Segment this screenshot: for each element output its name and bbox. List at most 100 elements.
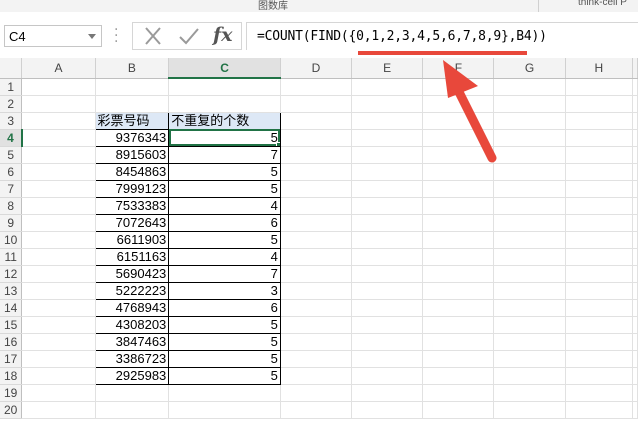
cell-e9[interactable] xyxy=(351,214,424,232)
row-header[interactable]: 1 xyxy=(0,78,23,96)
cell-d8[interactable] xyxy=(280,197,353,215)
cell-a1[interactable] xyxy=(21,78,96,96)
formula-input[interactable]: =COUNT(FIND({0,1,2,3,4,5,6,7,8,9},B4)) xyxy=(246,22,638,50)
cell-overflow[interactable] xyxy=(632,265,638,283)
cell-overflow[interactable] xyxy=(632,95,638,113)
cell-a7[interactable] xyxy=(21,180,96,198)
cell-h3[interactable] xyxy=(565,112,634,130)
name-box[interactable]: C4 xyxy=(4,25,102,47)
cell-h16[interactable] xyxy=(565,333,634,351)
cell-d15[interactable] xyxy=(280,316,353,334)
cell-d2[interactable] xyxy=(280,95,353,113)
cell-h17[interactable] xyxy=(565,350,634,368)
cell-e13[interactable] xyxy=(351,282,424,300)
cell-c17[interactable]: 5 xyxy=(168,349,281,368)
column-header-c[interactable]: C xyxy=(168,58,281,79)
cell-h18[interactable] xyxy=(565,367,634,385)
cell-h19[interactable] xyxy=(565,384,634,402)
cell-d10[interactable] xyxy=(280,231,353,249)
cell-b6[interactable]: 8454863 xyxy=(94,162,170,181)
row-header[interactable]: 3 xyxy=(0,112,23,130)
cell-h8[interactable] xyxy=(565,197,634,215)
cell-overflow[interactable] xyxy=(632,129,638,147)
cell-overflow[interactable] xyxy=(632,197,638,215)
cell-h13[interactable] xyxy=(565,282,634,300)
row-header[interactable]: 15 xyxy=(0,316,23,334)
cell-e1[interactable] xyxy=(351,78,424,96)
cell-h11[interactable] xyxy=(565,248,634,266)
cell-d6[interactable] xyxy=(280,163,353,181)
cell-overflow[interactable] xyxy=(632,299,638,317)
cell-overflow[interactable] xyxy=(632,350,638,368)
cell-a19[interactable] xyxy=(21,384,96,402)
row-header[interactable]: 4 xyxy=(0,129,23,147)
column-header-e[interactable]: E xyxy=(351,58,424,79)
cell-c13[interactable]: 3 xyxy=(168,281,281,300)
cell-h2[interactable] xyxy=(565,95,634,113)
cell-h9[interactable] xyxy=(565,214,634,232)
cell-c11[interactable]: 4 xyxy=(168,247,281,266)
cell-g11[interactable] xyxy=(493,248,566,266)
row-header[interactable]: 10 xyxy=(0,231,23,249)
cell-overflow[interactable] xyxy=(632,214,638,232)
cell-d5[interactable] xyxy=(280,146,353,164)
cell-a12[interactable] xyxy=(21,265,96,283)
cell-e19[interactable] xyxy=(351,384,424,402)
cell-h5[interactable] xyxy=(565,146,634,164)
cell-a17[interactable] xyxy=(21,350,96,368)
cell-d1[interactable] xyxy=(280,78,353,96)
cell-e15[interactable] xyxy=(351,316,424,334)
cell-g7[interactable] xyxy=(493,180,566,198)
active-cell[interactable]: 5 xyxy=(168,128,281,147)
cell-e20[interactable] xyxy=(351,401,424,419)
cell-g9[interactable] xyxy=(493,214,566,232)
cell-c14[interactable]: 6 xyxy=(168,298,281,317)
cell-b10[interactable]: 6611903 xyxy=(94,230,170,249)
column-header-d[interactable]: D xyxy=(280,58,353,79)
cell-d12[interactable] xyxy=(280,265,353,283)
cell-f8[interactable] xyxy=(422,197,495,215)
cell-b9[interactable]: 7072643 xyxy=(94,213,170,232)
cell-c15[interactable]: 5 xyxy=(168,315,281,334)
cell-f14[interactable] xyxy=(422,299,495,317)
cell-e7[interactable] xyxy=(351,180,424,198)
cell-g4[interactable] xyxy=(493,129,566,147)
cell-c7[interactable]: 5 xyxy=(168,179,281,198)
cell-d13[interactable] xyxy=(280,282,353,300)
cell-d16[interactable] xyxy=(280,333,353,351)
row-header[interactable]: 16 xyxy=(0,333,23,351)
cell-e11[interactable] xyxy=(351,248,424,266)
cell-g16[interactable] xyxy=(493,333,566,351)
cell-g17[interactable] xyxy=(493,350,566,368)
cell-c2[interactable] xyxy=(168,95,281,113)
close-icon[interactable] xyxy=(139,25,167,47)
cell-a13[interactable] xyxy=(21,282,96,300)
row-header[interactable]: 9 xyxy=(0,214,23,232)
cell-f7[interactable] xyxy=(422,180,495,198)
cell-f6[interactable] xyxy=(422,163,495,181)
cell-c3[interactable]: 不重复的个数 xyxy=(168,111,281,130)
cell-d4[interactable] xyxy=(280,129,353,147)
cell-a3[interactable] xyxy=(21,112,96,130)
cell-a20[interactable] xyxy=(21,401,96,419)
cell-f10[interactable] xyxy=(422,231,495,249)
cell-h20[interactable] xyxy=(565,401,634,419)
row-header[interactable]: 18 xyxy=(0,367,23,385)
cell-f9[interactable] xyxy=(422,214,495,232)
cell-overflow[interactable] xyxy=(632,316,638,334)
cell-a4[interactable] xyxy=(21,129,96,147)
column-header-h[interactable]: H xyxy=(565,58,634,79)
cell-a11[interactable] xyxy=(21,248,96,266)
cell-e3[interactable] xyxy=(351,112,424,130)
cell-f11[interactable] xyxy=(422,248,495,266)
cell-h7[interactable] xyxy=(565,180,634,198)
row-header[interactable]: 7 xyxy=(0,180,23,198)
cell-a6[interactable] xyxy=(21,163,96,181)
cell-overflow[interactable] xyxy=(632,78,638,96)
cell-g13[interactable] xyxy=(493,282,566,300)
cell-b20[interactable] xyxy=(95,401,170,419)
cell-b15[interactable]: 4308203 xyxy=(94,315,170,334)
cell-c19[interactable] xyxy=(168,384,281,402)
cell-d11[interactable] xyxy=(280,248,353,266)
cell-c1[interactable] xyxy=(168,78,281,96)
